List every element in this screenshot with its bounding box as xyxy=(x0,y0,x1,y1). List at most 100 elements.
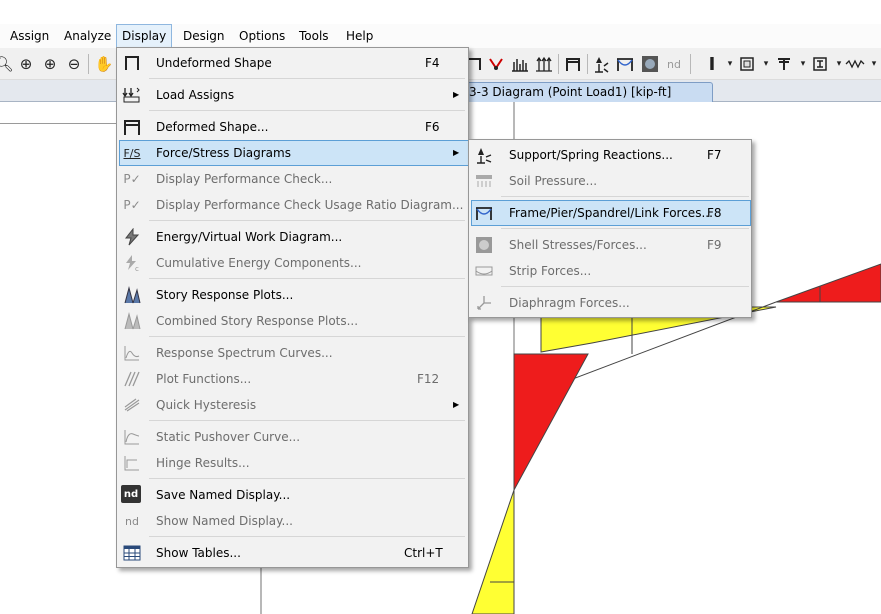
zoom-icon[interactable]: 🔍︎ xyxy=(0,54,14,74)
menu-item-label: Hinge Results... xyxy=(156,456,250,470)
menu-item-soil-pressure[interactable]: Soil Pressure... xyxy=(471,168,751,194)
menu-item-force-stress-diagrams[interactable]: F/S Force/Stress Diagrams ▶ xyxy=(119,140,469,166)
tee-section-icon[interactable] xyxy=(774,54,794,74)
diaphragm-forces-icon xyxy=(473,293,495,313)
menu-item-plot-functions[interactable]: Plot Functions... F12 xyxy=(119,366,468,392)
menu-item-story-response-plots[interactable]: Story Response Plots... xyxy=(119,282,468,308)
menu-item-save-named-display[interactable]: nd Save Named Display... xyxy=(119,482,468,508)
menu-item-hinge-results[interactable]: Hinge Results... xyxy=(119,450,468,476)
deformed-shape-icon xyxy=(121,117,143,137)
menu-item-undeformed-shape[interactable]: Undeformed Shape F4 xyxy=(119,50,468,76)
menu-item-quick-hysteresis[interactable]: Quick Hysteresis ▶ xyxy=(119,392,468,418)
menu-item-display-performance-check[interactable]: P✓ Display Performance Check... xyxy=(119,166,468,192)
menu-item-combined-story-response[interactable]: Combined Story Response Plots... xyxy=(119,308,468,334)
menu-help[interactable]: Help xyxy=(341,24,378,48)
menu-item-show-tables[interactable]: Show Tables... Ctrl+T xyxy=(119,540,468,566)
menu-item-label: Story Response Plots... xyxy=(156,288,294,302)
menu-item-display-usage-ratio[interactable]: P✓ Display Performance Check Usage Ratio… xyxy=(119,192,468,218)
zoom-out-icon[interactable]: ⊖ xyxy=(64,54,84,74)
select-box-icon[interactable] xyxy=(737,54,757,74)
named-display-icon[interactable]: nd xyxy=(664,54,684,74)
menu-item-label: Display Performance Check... xyxy=(156,172,333,186)
chevron-down-icon[interactable]: ▾ xyxy=(756,54,776,74)
story-response-icon xyxy=(121,285,143,305)
menu-options[interactable]: Options xyxy=(234,24,290,48)
response-spectrum-icon xyxy=(121,343,143,363)
menu-separator xyxy=(149,536,465,537)
deformed-icon[interactable] xyxy=(486,54,506,74)
chevron-down-icon[interactable]: ▾ xyxy=(864,54,881,74)
menu-item-label: Combined Story Response Plots... xyxy=(156,314,359,328)
shell-stresses-icon xyxy=(473,235,495,255)
menu-design[interactable]: Design xyxy=(178,24,229,48)
menu-item-deformed-shape[interactable]: Deformed Shape... F6 xyxy=(119,114,468,140)
menu-item-label: Undeformed Shape xyxy=(156,56,272,70)
frame-forces-icon[interactable] xyxy=(615,54,635,74)
i-section-icon[interactable]: I xyxy=(702,54,722,75)
menu-item-shortcut: F8 xyxy=(707,206,722,220)
toolbar-separator xyxy=(587,54,588,74)
shell-icon[interactable] xyxy=(640,54,660,74)
beam-section-icon[interactable] xyxy=(810,54,830,74)
svg-text:c: c xyxy=(135,265,139,272)
pushover-icon xyxy=(121,427,143,447)
spring-icon[interactable] xyxy=(845,54,865,74)
hinge-icon xyxy=(121,453,143,473)
zoom-in-step-icon[interactable]: ⊕ xyxy=(40,54,60,74)
menu-item-label: Shell Stresses/Forces... xyxy=(509,238,647,252)
menu-item-shortcut: F6 xyxy=(425,120,440,134)
menu-item-label: Deformed Shape... xyxy=(156,120,269,134)
menu-tools[interactable]: Tools xyxy=(294,24,334,48)
submenu-arrow-icon: ▶ xyxy=(453,148,460,157)
zoom-in-icon[interactable]: ⊕ xyxy=(16,54,36,74)
force-stress-submenu: Support/Spring Reactions... F7 Soil Pres… xyxy=(468,139,752,318)
undeformed-shape-icon xyxy=(121,53,143,73)
menu-item-cumulative-energy[interactable]: c Cumulative Energy Components... xyxy=(119,250,468,276)
menu-item-diaphragm-forces[interactable]: Diaphragm Forces... xyxy=(471,290,751,316)
menu-bar: Assign Analyze Display Design Options To… xyxy=(0,24,881,48)
menu-display[interactable]: Display xyxy=(116,24,172,48)
menu-item-support-reactions[interactable]: Support/Spring Reactions... F7 xyxy=(471,142,751,168)
moment-diagram-red xyxy=(513,353,589,491)
menu-item-shortcut: Ctrl+T xyxy=(404,546,443,560)
load-chart-icon[interactable] xyxy=(534,54,554,74)
menu-item-static-pushover[interactable]: Static Pushover Curve... xyxy=(119,424,468,450)
menu-item-label: Quick Hysteresis xyxy=(156,398,257,412)
show-named-display-icon: nd xyxy=(125,514,139,528)
menu-item-strip-forces[interactable]: Strip Forces... xyxy=(471,258,751,284)
menu-item-energy-diagram[interactable]: Energy/Virtual Work Diagram... xyxy=(119,224,468,250)
menu-item-show-named-display[interactable]: nd Show Named Display... xyxy=(119,508,468,534)
reactions-icon[interactable] xyxy=(591,54,611,74)
deformed-frame-icon[interactable] xyxy=(563,54,583,74)
submenu-arrow-icon: ▶ xyxy=(453,90,460,99)
soil-pressure-icon xyxy=(473,171,495,191)
menu-analyze[interactable]: Analyze xyxy=(59,24,116,48)
tab-moment-diagram[interactable]: 3-3 Diagram (Point Load1) [kip-ft] xyxy=(466,82,713,102)
menu-item-label: Response Spectrum Curves... xyxy=(156,346,333,360)
menu-separator xyxy=(149,478,465,479)
menu-assign[interactable]: Assign xyxy=(5,24,54,48)
menu-item-label: Soil Pressure... xyxy=(509,174,598,188)
menu-item-frame-forces[interactable]: Frame/Pier/Spandrel/Link Forces... F8 xyxy=(471,200,751,226)
menu-item-shortcut: F9 xyxy=(707,238,722,252)
menu-item-response-spectrum[interactable]: Response Spectrum Curves... xyxy=(119,340,468,366)
menu-item-label: Show Tables... xyxy=(156,546,241,560)
menu-separator xyxy=(501,196,749,197)
menu-separator xyxy=(149,278,465,279)
menu-item-label: Force/Stress Diagrams xyxy=(156,146,291,160)
menu-item-shell-stresses[interactable]: Shell Stresses/Forces... F9 xyxy=(471,232,751,258)
toolbar-separator xyxy=(558,54,559,74)
menu-item-load-assigns[interactable]: Load Assigns ▶ xyxy=(119,82,468,108)
menu-item-label: Save Named Display... xyxy=(156,488,291,502)
menu-separator xyxy=(149,420,465,421)
plot-functions-icon xyxy=(121,369,143,389)
menu-item-label: Energy/Virtual Work Diagram... xyxy=(156,230,343,244)
menu-item-label: Diaphragm Forces... xyxy=(509,296,630,310)
menu-item-label: Display Performance Check Usage Ratio Di… xyxy=(156,198,464,212)
menu-separator xyxy=(149,220,465,221)
submenu-arrow-icon: ▶ xyxy=(453,400,460,409)
pan-icon[interactable]: ✋ xyxy=(94,54,114,74)
performance-check-icon: P✓ xyxy=(123,172,141,186)
bar-chart-icon[interactable] xyxy=(510,54,530,74)
toolbar-separator xyxy=(88,54,89,74)
